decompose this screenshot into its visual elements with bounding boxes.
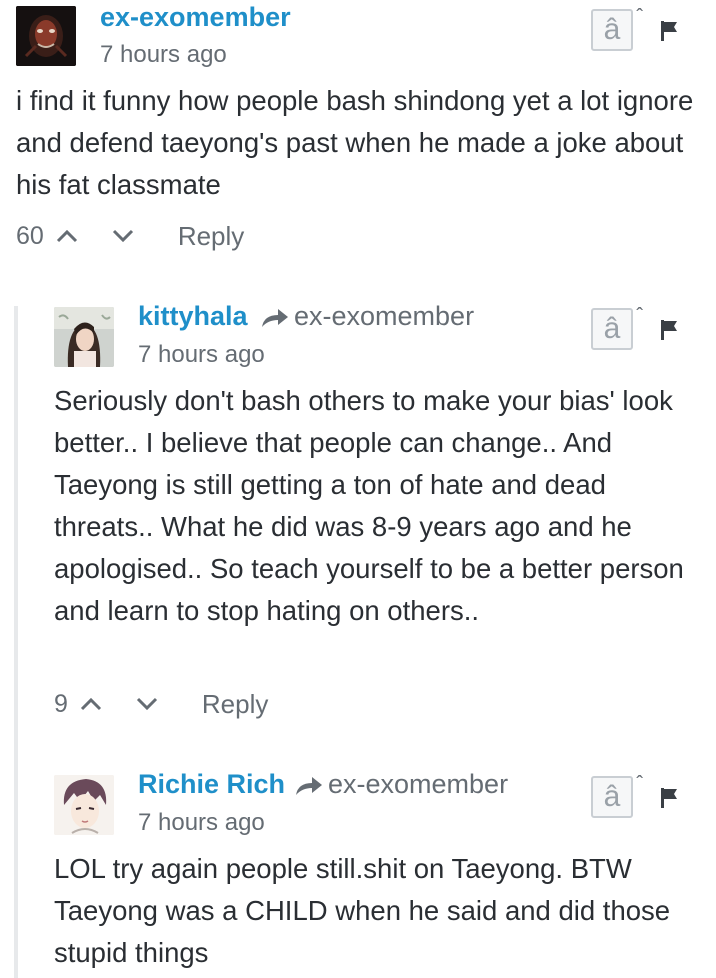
downvote-icon[interactable] [112,229,134,243]
flag-icon[interactable] [660,20,678,42]
comment-text: i find it funny how people bash shindong… [16,85,694,200]
caret-icon: ˆ [636,305,643,327]
caret-icon: ˆ [636,773,643,795]
reply-target[interactable]: ex-exomember [294,769,508,800]
reply-target-name: ex-exomember [328,769,509,799]
thread-line [14,306,18,978]
reply-target-name: ex-exomember [294,301,475,331]
author-name[interactable]: ex-exomember [100,2,291,33]
anime-avatar-icon [54,775,114,835]
comment-text: LOL try again people still.shit on Taeyo… [54,853,671,968]
avatar[interactable] [16,6,76,66]
avatar[interactable] [54,307,114,367]
downvote-icon[interactable] [136,697,158,711]
collapse-button[interactable]: â ˆ [591,306,643,350]
vote-count: 9 [54,689,68,718]
flag-icon[interactable] [660,319,678,341]
reply-arrow-icon [296,776,322,795]
collapse-button[interactable]: â ˆ [591,7,643,51]
author-name[interactable]: Richie Rich [138,769,285,800]
avatar[interactable] [54,775,114,835]
author-name[interactable]: kittyhala [138,301,248,332]
timestamp[interactable]: 7 hours ago [100,41,227,69]
reply-button[interactable]: Reply [178,221,244,252]
vote-count: 60 [16,221,44,250]
reply-button[interactable]: Reply [202,689,268,720]
collapse-glyph: â [603,780,621,813]
comment-actions: 60 Reply [16,219,244,253]
reply-arrow-icon [262,308,288,327]
timestamp[interactable]: 7 hours ago [138,809,265,837]
collapse-glyph: â [603,312,621,345]
timestamp[interactable]: 7 hours ago [138,341,265,369]
comment-actions: 9 Reply [54,687,268,721]
comment-thread: ex-exomember 7 hours ago â ˆ i find it f… [0,0,716,978]
collapse-glyph: â [603,13,621,46]
upvote-icon[interactable] [56,229,78,243]
photo-avatar-icon [54,307,114,367]
reply-target[interactable]: ex-exomember [260,301,474,332]
dark-avatar-icon [16,6,76,66]
upvote-icon[interactable] [80,697,102,711]
caret-icon: ˆ [636,6,643,28]
flag-icon[interactable] [660,787,678,809]
comment-text: Seriously don't bash others to make your… [54,385,684,626]
collapse-button[interactable]: â ˆ [591,774,643,818]
